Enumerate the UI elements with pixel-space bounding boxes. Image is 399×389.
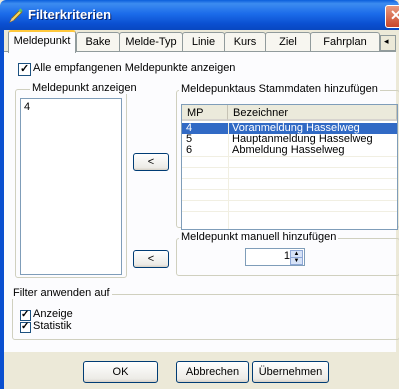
master-data-table[interactable]: MP Bezeichner 4 Voranmeldung Hasselweg 5… bbox=[181, 104, 398, 230]
row-divider bbox=[182, 189, 397, 190]
row-divider bbox=[182, 200, 397, 201]
meldepunkt-number-spinner[interactable]: 1 ▲ ▼ bbox=[245, 248, 305, 266]
list-item[interactable]: 4 bbox=[24, 101, 30, 113]
check-icon: ✓ bbox=[20, 63, 30, 75]
filter-group-title: Filter anwenden auf bbox=[11, 287, 112, 299]
tab-kurs[interactable]: Kurs bbox=[224, 32, 266, 51]
filter-statistik-checkbox[interactable]: ✓ bbox=[20, 321, 31, 333]
filter-anzeige-checkbox[interactable]: ✓ bbox=[20, 309, 31, 321]
add-manual-button[interactable]: < bbox=[133, 250, 169, 268]
tab-bake[interactable]: Bake bbox=[76, 32, 120, 51]
apply-button[interactable]: Übernehmen bbox=[252, 361, 329, 383]
row-divider bbox=[182, 156, 397, 157]
chevron-left-icon: ◂ bbox=[384, 36, 389, 46]
filter-anzeige-label: Anzeige bbox=[33, 308, 73, 320]
window-title: Filterkriterien bbox=[28, 7, 112, 22]
shown-meldepunkte-list[interactable]: 4 bbox=[20, 98, 122, 275]
add-from-master-button[interactable]: < bbox=[133, 153, 169, 171]
tab-meldepunkt[interactable]: Meldepunkt bbox=[8, 30, 76, 53]
check-icon: ✓ bbox=[21, 309, 30, 320]
all-meldepunkte-label: Alle empfangenen Meldepunkte anzeigen bbox=[33, 62, 236, 74]
filter-statistik-label: Statistik bbox=[33, 320, 72, 332]
spin-down-icon[interactable]: ▼ bbox=[290, 257, 303, 265]
master-group-title: Meldepunktaus Stammdaten hinzufügen bbox=[179, 83, 380, 95]
ok-button[interactable]: OK bbox=[83, 361, 158, 383]
manual-group-title: Meldepunkt manuell hinzufügen bbox=[179, 231, 339, 243]
pencil-icon bbox=[9, 8, 23, 23]
row-divider bbox=[182, 167, 397, 168]
check-icon: ✓ bbox=[21, 321, 30, 332]
row-divider bbox=[182, 211, 397, 212]
cell-name: Abmeldung Hasselweg bbox=[232, 144, 345, 156]
column-divider bbox=[228, 123, 229, 229]
column-header-bezeichner[interactable]: Bezeichner bbox=[228, 105, 397, 121]
show-group-title: Meldepunkt anzeigen bbox=[30, 82, 139, 94]
close-icon: ✕ bbox=[390, 7, 399, 23]
all-meldepunkte-checkbox[interactable]: ✓ bbox=[18, 63, 31, 76]
column-header-mp[interactable]: MP bbox=[182, 105, 228, 121]
tab-fahrplan[interactable]: Fahrplan bbox=[310, 32, 380, 51]
tab-melde-typ[interactable]: Melde-Typ bbox=[119, 32, 183, 51]
row-divider bbox=[182, 178, 397, 179]
close-button[interactable]: ✕ bbox=[385, 5, 399, 28]
cell-mp: 6 bbox=[186, 144, 193, 156]
tab-scroll-left-button[interactable]: ◂ bbox=[380, 35, 396, 51]
tab-ziel[interactable]: Ziel bbox=[265, 32, 311, 51]
table-row[interactable]: 6 Abmeldung Hasselweg bbox=[182, 145, 397, 156]
tab-linie[interactable]: Linie bbox=[182, 32, 225, 51]
cancel-button[interactable]: Abbrechen bbox=[176, 361, 249, 383]
